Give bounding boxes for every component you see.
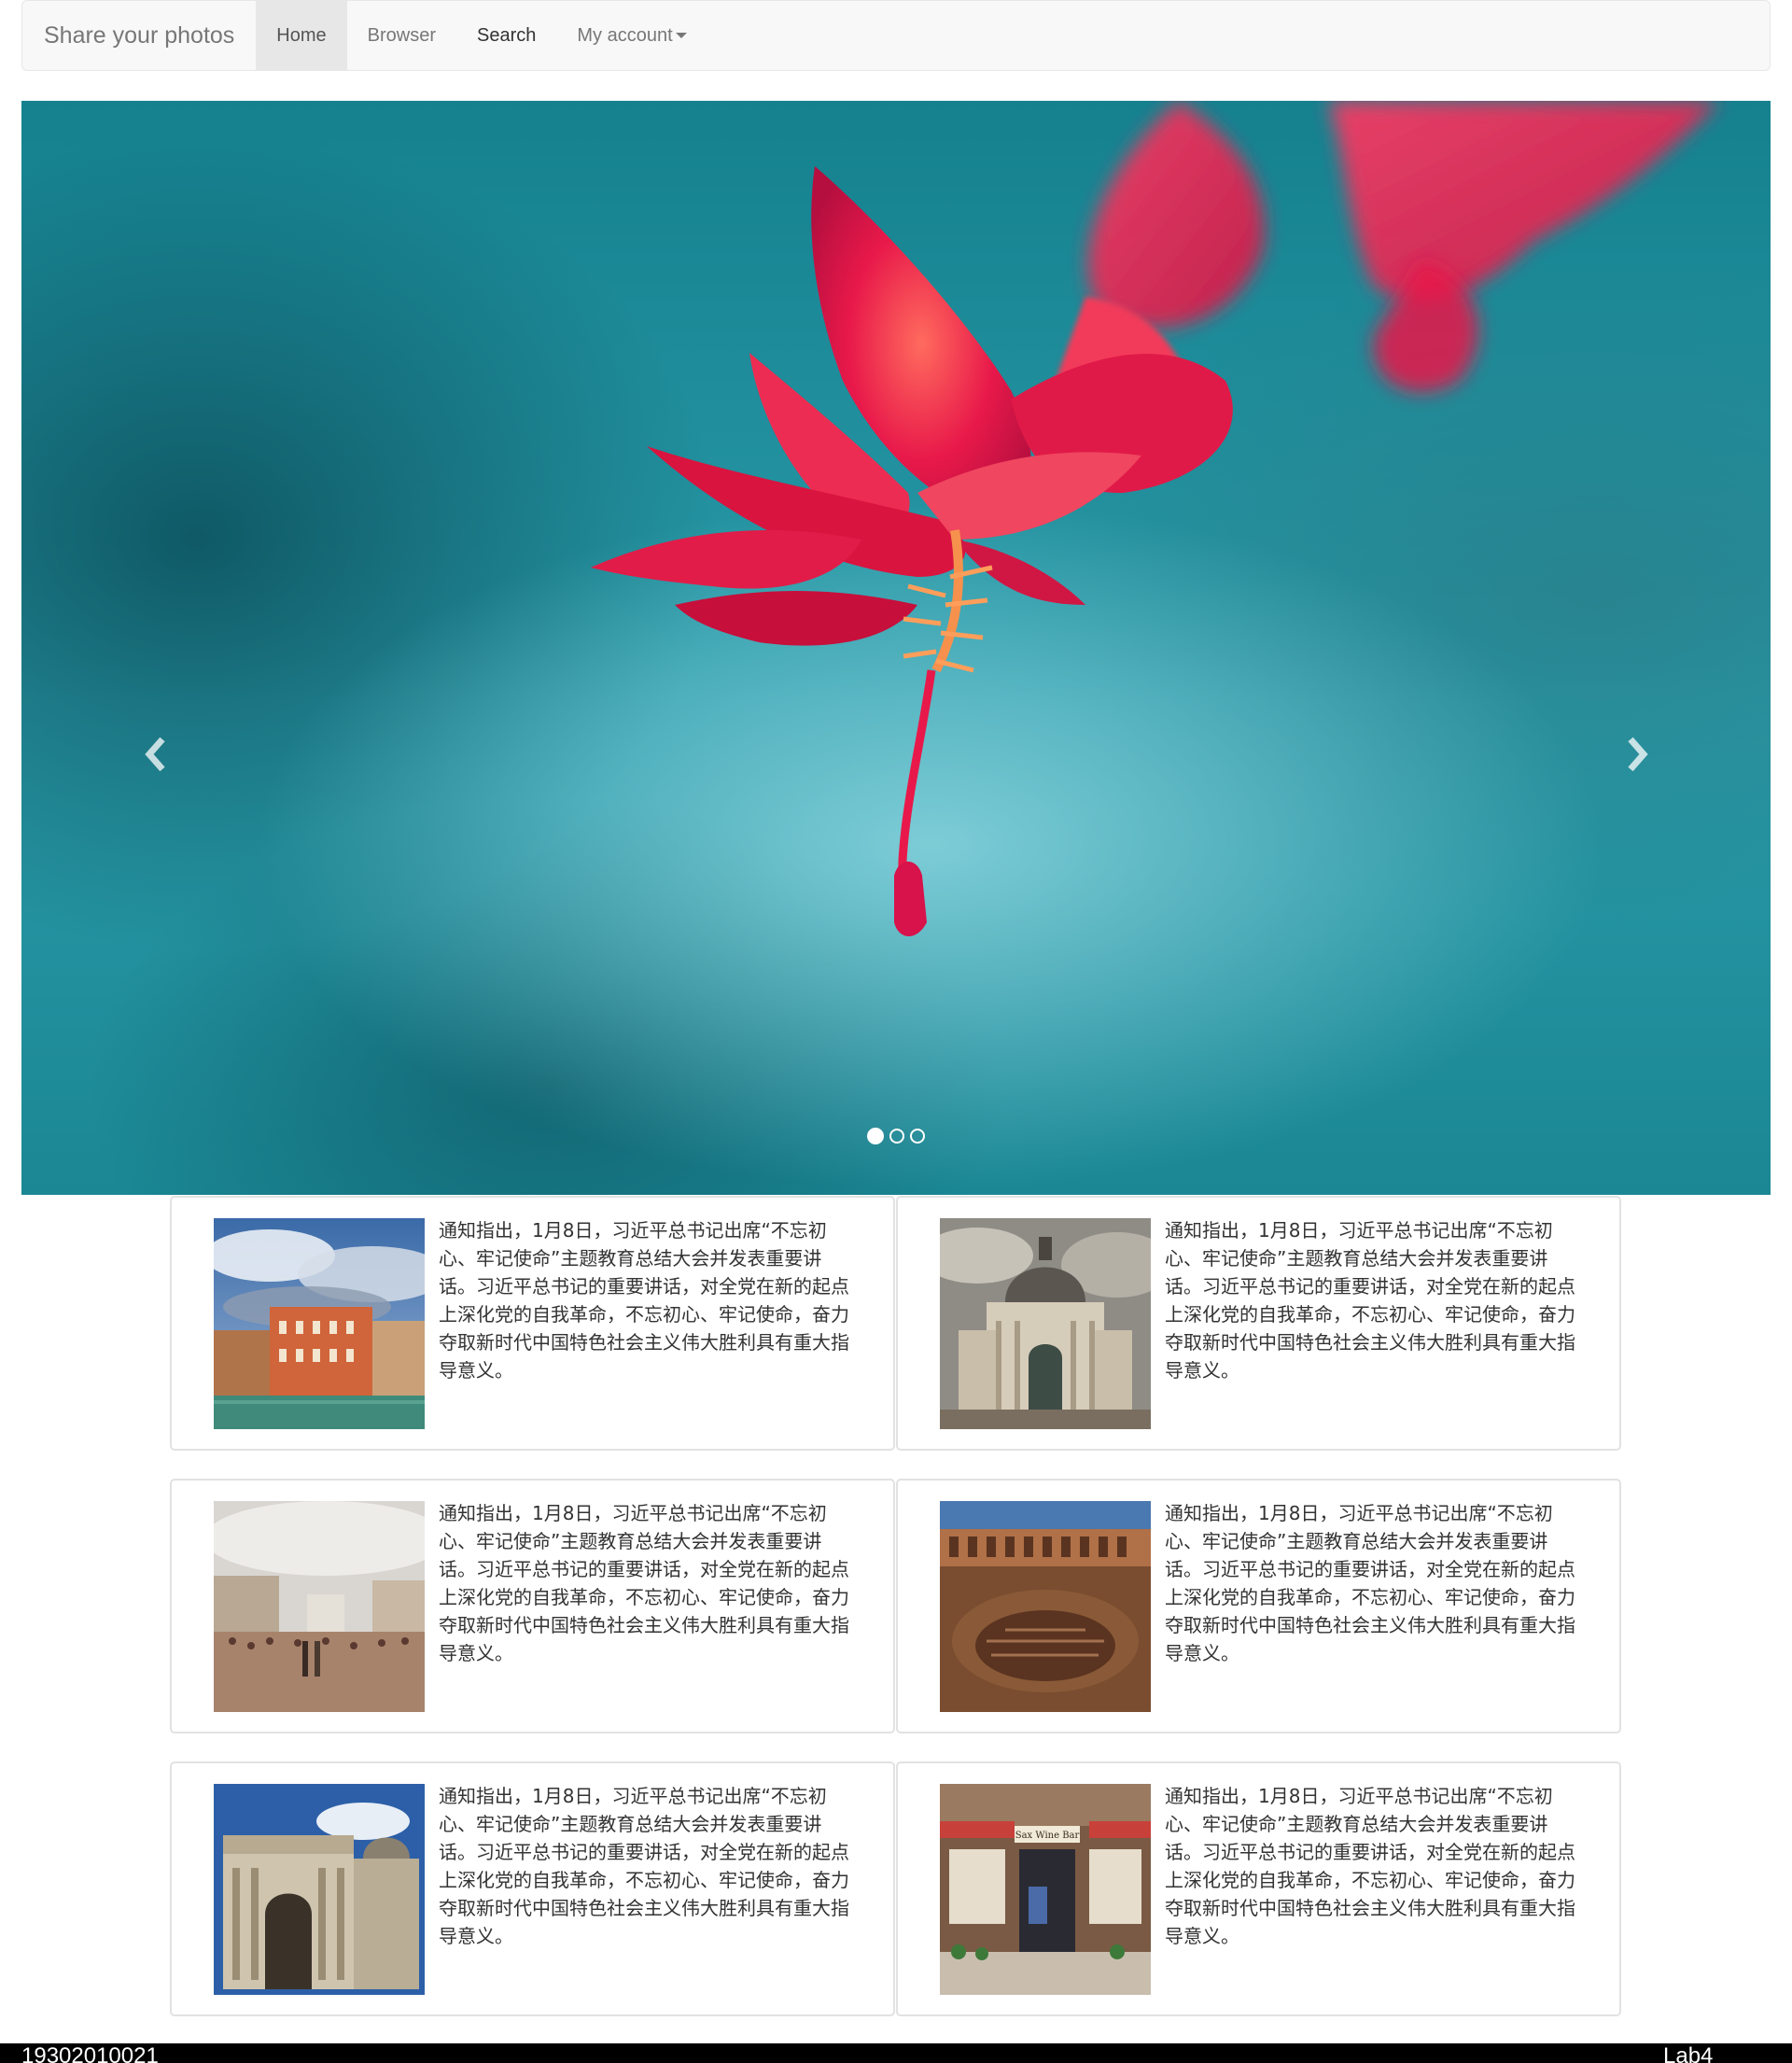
card-description: 通知指出，1月8日，习近平总书记出席“不忘初心、牢记使命”主题教育总结大会并发表…: [439, 1219, 849, 1382]
venice-canal-image: [214, 1218, 425, 1429]
footer: 19302010021 Lab4: [0, 2043, 1792, 2063]
photo-thumbnail[interactable]: [940, 1501, 1151, 1712]
photo-thumbnail[interactable]: [214, 1218, 425, 1429]
photo-card: 通知指出，1月8日，习近平总书记出席“不忘初心、牢记使命”主题教育总结大会并发表…: [896, 1196, 1621, 1451]
carousel-next-button[interactable]: [1617, 736, 1655, 773]
photo-card: 通知指出，1月8日，习近平总书记出席“不忘初心、牢记使命”主题教育总结大会并发表…: [896, 1479, 1621, 1733]
nav-my-account[interactable]: My account: [556, 1, 707, 70]
nav-home[interactable]: Home: [256, 1, 347, 70]
photo-thumbnail[interactable]: [214, 1501, 425, 1712]
card-description: 通知指出，1月8日，习近平总书记出席“不忘初心、牢记使命”主题教育总结大会并发表…: [439, 1502, 849, 1664]
nav-browser[interactable]: Browser: [347, 1, 456, 70]
nav-search[interactable]: Search: [456, 1, 556, 70]
navbar: Share your photos Home Browser Search My…: [21, 0, 1771, 71]
carousel-prev-button[interactable]: [138, 736, 175, 773]
chevron-left-icon: [145, 737, 165, 772]
piazza-crowd-image: [214, 1501, 425, 1712]
photo-card: 通知指出，1月8日，习近平总书记出席“不忘初心、牢记使命”主题教育总结大会并发表…: [170, 1196, 895, 1451]
photo-card: 通知指出，1月8日，习近平总书记出席“不忘初心、牢记使命”主题教育总结大会并发表…: [170, 1479, 895, 1733]
shop-sign-text: Sax Wine Bar: [1015, 1831, 1080, 1841]
caret-down-icon: [675, 33, 687, 38]
nav-my-account-label: My account: [577, 24, 673, 46]
carousel-indicator-3[interactable]: [910, 1129, 925, 1144]
footer-student-id: 19302010021: [21, 2043, 159, 2063]
navbar-brand[interactable]: Share your photos: [22, 1, 256, 70]
card-description: 通知指出，1月8日，习近平总书记出席“不忘初心、牢记使命”主题教育总结大会并发表…: [1165, 1785, 1575, 1947]
photo-card: Sax Wine Bar 通知指出，1月8日，习近平总书记出席“不忘初心、牢记使…: [896, 1761, 1621, 2016]
photo-thumbnail[interactable]: Sax Wine Bar: [940, 1784, 1151, 1995]
colosseum-image: [940, 1501, 1151, 1712]
footer-lab-label: Lab4: [1663, 2043, 1714, 2063]
carousel: [21, 101, 1771, 1195]
photo-thumbnail[interactable]: [214, 1784, 425, 1995]
photo-card: 通知指出，1月8日，习近平总书记出席“不忘初心、牢记使命”主题教育总结大会并发表…: [170, 1761, 895, 2016]
card-description: 通知指出，1月8日，习近平总书记出席“不忘初心、牢记使命”主题教育总结大会并发表…: [1165, 1219, 1575, 1382]
photo-thumbnail[interactable]: [940, 1218, 1151, 1429]
domed-church-image: [940, 1218, 1151, 1429]
chevron-right-icon: [1628, 737, 1648, 772]
triumphal-arch-image: [214, 1784, 425, 1995]
flower-photo: [591, 101, 1720, 936]
wine-bar-image: Sax Wine Bar: [940, 1784, 1151, 1995]
carousel-indicator-2[interactable]: [889, 1129, 904, 1144]
carousel-indicators: [21, 1128, 1771, 1144]
card-description: 通知指出，1月8日，习近平总书记出席“不忘初心、牢记使命”主题教育总结大会并发表…: [1165, 1502, 1575, 1664]
carousel-indicator-1[interactable]: [867, 1128, 884, 1144]
card-description: 通知指出，1月8日，习近平总书记出席“不忘初心、牢记使命”主题教育总结大会并发表…: [439, 1785, 849, 1947]
